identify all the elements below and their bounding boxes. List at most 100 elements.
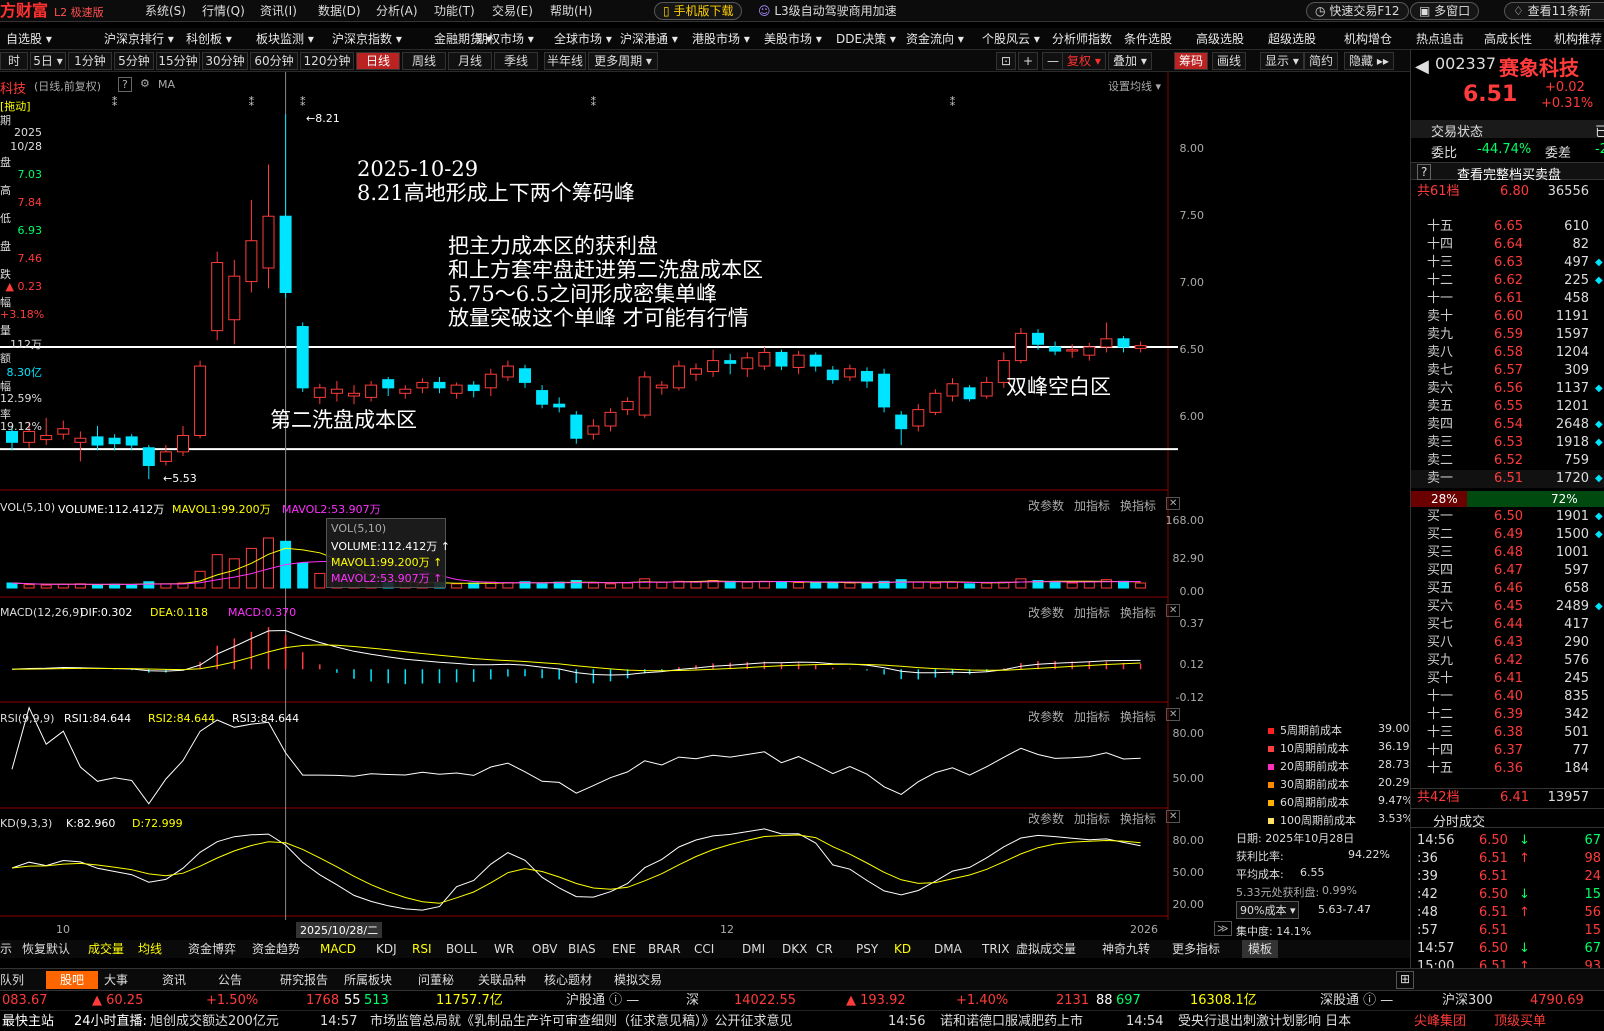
- period-12[interactable]: 半年线: [544, 52, 586, 70]
- period-1[interactable]: 5日 ▾: [30, 52, 66, 70]
- indicator-tab[interactable]: 成交量: [88, 940, 124, 958]
- order-row[interactable]: 十二 6.39 342: [1411, 706, 1604, 724]
- back-icon[interactable]: ◀: [1415, 56, 1429, 77]
- order-row[interactable]: 卖八 6.58 1204: [1411, 344, 1604, 362]
- period-13[interactable]: 更多周期 ▾: [588, 52, 658, 70]
- order-row[interactable]: 卖六 6.56 1137 ◆: [1411, 380, 1604, 398]
- period-9[interactable]: 周线: [402, 52, 446, 70]
- nav-item[interactable]: DDE决策 ▾: [836, 31, 896, 47]
- panel-control-1[interactable]: 加指标: [1074, 497, 1110, 514]
- indicator-tab[interactable]: CCI: [694, 940, 714, 958]
- order-row[interactable]: 买七 6.44 417: [1411, 616, 1604, 634]
- order-row[interactable]: 买十 6.41 245: [1411, 670, 1604, 688]
- order-row[interactable]: 卖二 6.52 759: [1411, 452, 1604, 470]
- full-book-button[interactable]: ? 查看完整档买卖盘: [1411, 162, 1604, 183]
- info-tab[interactable]: 关联品种: [478, 971, 526, 989]
- indicator-tab[interactable]: BIAS: [568, 940, 596, 958]
- info-tab[interactable]: 队列: [0, 971, 24, 989]
- ma-settings-link[interactable]: 设置均线 ▾: [1108, 78, 1161, 94]
- indicator-tab[interactable]: KDJ: [376, 940, 397, 958]
- chart-tool[interactable]: 筹码: [1174, 52, 1209, 70]
- panel-control-1[interactable]: 加指标: [1074, 810, 1110, 827]
- chart-tool[interactable]: 隐藏 ▸▸: [1344, 52, 1394, 70]
- order-row[interactable]: 买三 6.48 1001: [1411, 544, 1604, 562]
- nav-item[interactable]: 机构推荐: [1554, 31, 1602, 47]
- indicator-tab[interactable]: DKX: [782, 940, 807, 958]
- panel-control-1[interactable]: 加指标: [1074, 604, 1110, 621]
- order-row[interactable]: 十三 6.63 497 ◆: [1411, 254, 1604, 272]
- order-row[interactable]: 买五 6.46 658: [1411, 580, 1604, 598]
- panel-control-2[interactable]: 换指标: [1120, 810, 1156, 827]
- news-headline[interactable]: 市场监管总局就《乳制品生产许可审查细则（征求意见稿）》公开征求意见: [370, 1014, 793, 1030]
- chart-settings-icon[interactable]: ⚙: [140, 77, 150, 90]
- indicator-tab[interactable]: ENE: [612, 940, 636, 958]
- panel-control-2[interactable]: 换指标: [1120, 497, 1156, 514]
- indicator-tab[interactable]: 虚拟成交量: [1016, 940, 1076, 958]
- nav-item[interactable]: 全球市场 ▾: [554, 31, 612, 47]
- info-tab[interactable]: 核心题材: [544, 971, 592, 989]
- nav-item[interactable]: 条件选股: [1124, 31, 1172, 47]
- nav-item[interactable]: 板块监测 ▾: [256, 31, 314, 47]
- menu-system[interactable]: 系统(S): [145, 2, 186, 20]
- nav-item[interactable]: 高级选股: [1196, 31, 1244, 47]
- order-row[interactable]: 十五 6.36 184: [1411, 760, 1604, 778]
- indicator-tab[interactable]: RSI: [412, 940, 432, 958]
- l3-promo-link[interactable]: ☺ L3级自动驾驶商用加速: [758, 2, 897, 20]
- nav-item[interactable]: 资金流向 ▾: [906, 31, 964, 47]
- indicator-tab[interactable]: 更多指标: [1172, 940, 1220, 958]
- nav-item[interactable]: 个股风云 ▾: [982, 31, 1040, 47]
- indicator-tab[interactable]: 恢复默认: [22, 940, 70, 958]
- panel-control-3[interactable]: ✕: [1166, 810, 1181, 823]
- nav-item[interactable]: 分析师指数: [1052, 31, 1112, 47]
- panel-control-1[interactable]: 加指标: [1074, 708, 1110, 725]
- order-row[interactable]: 买九 6.42 576: [1411, 652, 1604, 670]
- hk-sz-link[interactable]: 深股通 ⓘ —: [1320, 993, 1393, 1009]
- period-2[interactable]: 1分钟: [68, 52, 112, 70]
- panel-control-2[interactable]: 换指标: [1120, 708, 1156, 725]
- period-11[interactable]: 季线: [494, 52, 538, 70]
- panel-control-0[interactable]: 改参数: [1028, 708, 1064, 725]
- order-row[interactable]: 卖三 6.53 1918 ◆: [1411, 434, 1604, 452]
- news-ticker[interactable]: 最快主站 24小时直播: 旭创成交额达200亿元 14:57 市场监管总局就《乳…: [0, 1010, 1604, 1031]
- order-row[interactable]: 买一 6.50 1901 ◆: [1411, 508, 1604, 526]
- indicator-tab[interactable]: 资金趋势: [252, 940, 300, 958]
- nav-item[interactable]: 机构增仓: [1344, 31, 1392, 47]
- order-row[interactable]: 买六 6.45 2489 ◆: [1411, 598, 1604, 616]
- order-row[interactable]: 十二 6.62 225 ◆: [1411, 272, 1604, 290]
- period-7[interactable]: 120分钟: [300, 52, 354, 70]
- indicator-tab[interactable]: BOLL: [446, 940, 477, 958]
- indicator-tab[interactable]: BRAR: [648, 940, 681, 958]
- nav-item[interactable]: 期权市场 ▾: [476, 31, 534, 47]
- period-3[interactable]: 5分钟: [114, 52, 154, 70]
- chart-tool[interactable]: ⊡: [996, 52, 1017, 70]
- indicator-tab[interactable]: 模板: [1242, 940, 1279, 958]
- expand-icon[interactable]: ⊞: [1396, 971, 1415, 989]
- order-row[interactable]: 十五 6.65 610: [1411, 218, 1604, 236]
- hk-sh-link[interactable]: 沪股通 ⓘ —: [566, 993, 639, 1009]
- order-row[interactable]: 十四 6.64 82: [1411, 236, 1604, 254]
- menu-analysis[interactable]: 分析(A): [376, 2, 418, 20]
- indicator-tab[interactable]: CR: [816, 940, 833, 958]
- order-row[interactable]: 买八 6.43 290: [1411, 634, 1604, 652]
- menu-trade[interactable]: 交易(E): [492, 2, 533, 20]
- panel-control-2[interactable]: 换指标: [1120, 604, 1156, 621]
- nav-item[interactable]: 沪深港通 ▾: [620, 31, 678, 47]
- info-tab[interactable]: 资讯: [162, 971, 186, 989]
- chart-tool[interactable]: 画线: [1212, 52, 1247, 70]
- nav-item[interactable]: 高成长性: [1484, 31, 1532, 47]
- info-tab[interactable]: 股吧: [46, 971, 99, 989]
- nav-item[interactable]: 港股市场 ▾: [692, 31, 750, 47]
- indicator-tab[interactable]: DMA: [934, 940, 962, 958]
- scroll-right-icon[interactable]: ≫: [1214, 921, 1232, 936]
- menu-data[interactable]: 数据(D): [318, 2, 361, 20]
- menu-help[interactable]: 帮助(H): [550, 2, 592, 20]
- indicator-tab[interactable]: PSY: [856, 940, 878, 958]
- multi-window-button[interactable]: ▣ 多窗口: [1410, 2, 1480, 20]
- period-4[interactable]: 15分钟: [156, 52, 200, 70]
- news-button[interactable]: ♢ 查看11条新: [1504, 2, 1604, 20]
- order-row[interactable]: 卖五 6.55 1201: [1411, 398, 1604, 416]
- nav-item[interactable]: 超级选股: [1268, 31, 1316, 47]
- chart-tool[interactable]: 复权 ▾: [1062, 52, 1106, 70]
- order-row[interactable]: 十一 6.40 835: [1411, 688, 1604, 706]
- panel-control-0[interactable]: 改参数: [1028, 604, 1064, 621]
